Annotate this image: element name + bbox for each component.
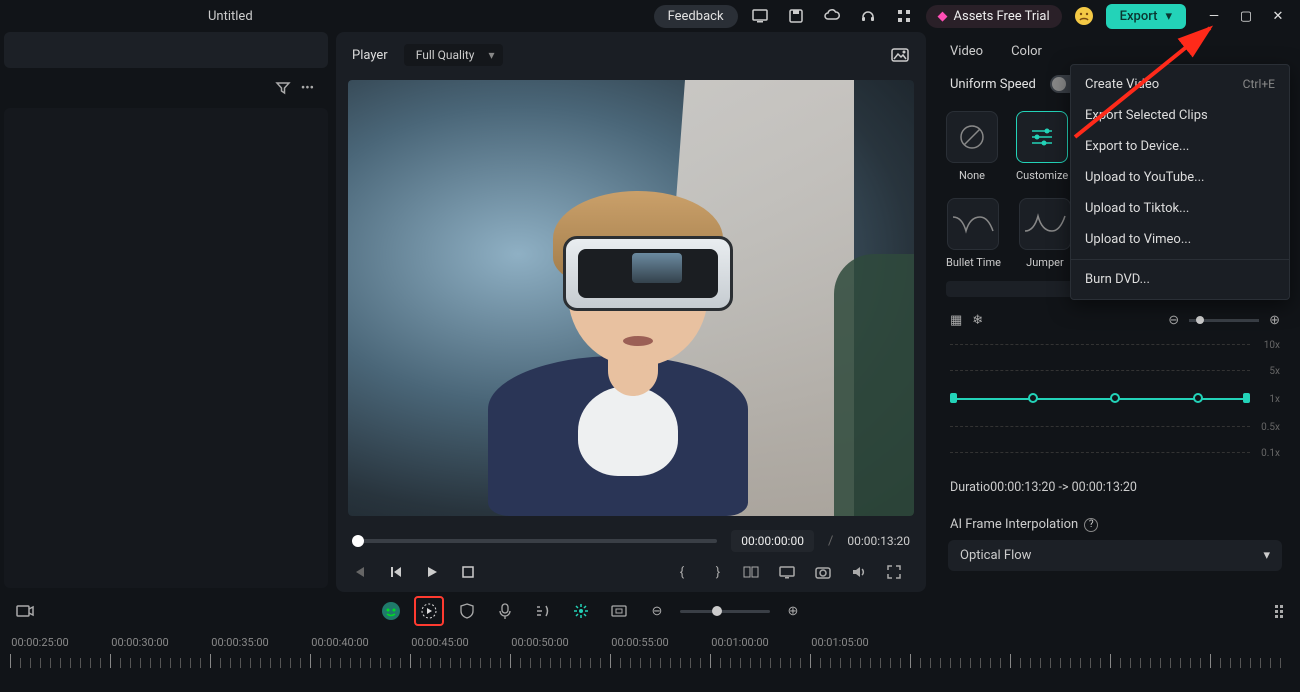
fullscreen-icon[interactable]	[886, 564, 910, 580]
speed-ramp[interactable]: 10x 5x 1x 0.5x 0.1x	[950, 342, 1280, 462]
tab-color[interactable]: Color	[1011, 44, 1042, 59]
topbar: Untitled Feedback ◆ Assets Free Trial Ex…	[0, 0, 1300, 32]
export-to-device[interactable]: Export to Device...	[1071, 131, 1289, 162]
mini-zoom-slider[interactable]	[1189, 319, 1259, 322]
profile-icon[interactable]	[1070, 2, 1098, 30]
interp-select[interactable]: Optical Flow ▾	[948, 540, 1282, 571]
player-seek-slider[interactable]	[352, 539, 717, 543]
project-title: Untitled	[208, 9, 253, 24]
device-icon[interactable]	[746, 2, 774, 30]
preset-customize[interactable]: Customize	[1016, 111, 1068, 182]
display-icon[interactable]	[778, 564, 802, 580]
export-create-video[interactable]: Create Video Ctrl+E	[1071, 69, 1289, 100]
preset-jumper[interactable]: Jumper	[1019, 198, 1071, 269]
volume-icon[interactable]	[850, 564, 874, 580]
chevron-down-icon: ▾	[1165, 9, 1172, 24]
apps-icon[interactable]	[890, 2, 918, 30]
export-button[interactable]: Export ▾	[1106, 4, 1186, 29]
audio-mix-icon[interactable]	[528, 596, 558, 626]
timeline-zoom-slider[interactable]	[680, 610, 770, 613]
grid-icon[interactable]: ▦	[950, 313, 962, 328]
player-panel: Player Full Quality 00:00:00:00 / 00:00:…	[336, 32, 926, 592]
properties-panel: Create Video Ctrl+E Export Selected Clip…	[930, 32, 1300, 592]
burn-dvd[interactable]: Burn DVD...	[1071, 264, 1289, 295]
video-preview[interactable]	[348, 80, 914, 516]
preset-none[interactable]: None	[946, 111, 998, 182]
window-maximize[interactable]: ▢	[1232, 2, 1260, 30]
freeze-icon[interactable]: ❄	[972, 313, 983, 328]
upload-tiktok[interactable]: Upload to Tiktok...	[1071, 193, 1289, 224]
main-area: ••• Player Full Quality 0	[0, 32, 1300, 592]
zoom-in-icon[interactable]: ⊕	[1269, 313, 1280, 328]
ai-assistant-icon[interactable]	[376, 596, 406, 626]
compare-icon[interactable]	[742, 564, 766, 580]
window-close[interactable]: ✕	[1264, 2, 1292, 30]
mic-icon[interactable]	[490, 596, 520, 626]
tab-video[interactable]: Video	[950, 44, 983, 59]
media-bin[interactable]	[4, 108, 328, 588]
media-tabs[interactable]	[4, 32, 328, 68]
save-icon[interactable]	[782, 2, 810, 30]
upload-youtube[interactable]: Upload to YouTube...	[1071, 162, 1289, 193]
snapshot-icon[interactable]	[890, 46, 910, 64]
zoom-out-icon[interactable]: ⊖	[1168, 313, 1179, 328]
feedback-button[interactable]: Feedback	[654, 5, 738, 28]
more-icon[interactable]: •••	[301, 81, 314, 96]
step-back-icon[interactable]	[388, 564, 412, 580]
timeline-ruler[interactable]: 00:00:25:00 00:00:30:00 00:00:35:00 00:0…	[0, 630, 1300, 670]
player-label: Player	[352, 48, 388, 63]
preset-bullet-time[interactable]: Bullet Time	[946, 198, 1001, 269]
shield-icon[interactable]	[452, 596, 482, 626]
timeline-options-icon[interactable]	[1272, 602, 1290, 620]
marker-icon[interactable]	[566, 596, 596, 626]
mark-in-icon[interactable]: {	[670, 565, 694, 580]
cloud-icon[interactable]	[818, 2, 846, 30]
headset-icon[interactable]	[854, 2, 882, 30]
playback-quality-select[interactable]: Full Quality	[404, 44, 503, 66]
prev-frame-icon[interactable]	[352, 564, 376, 580]
mark-out-icon[interactable]: }	[706, 565, 730, 580]
total-time: 00:00:13:20	[847, 534, 910, 548]
duration-info: Duratio00:00:13:20 -> 00:00:13:20	[936, 472, 1294, 503]
upload-vimeo[interactable]: Upload to Vimeo...	[1071, 224, 1289, 255]
info-icon[interactable]: ?	[1084, 518, 1098, 532]
zoom-out-timeline-icon[interactable]: ⊖	[642, 596, 672, 626]
chevron-down-icon: ▾	[1263, 548, 1270, 563]
window-minimize[interactable]: —	[1200, 2, 1228, 30]
uniform-speed-label: Uniform Speed	[950, 77, 1036, 92]
gem-icon: ◆	[938, 9, 948, 24]
stop-icon[interactable]	[460, 564, 484, 580]
zoom-in-timeline-icon[interactable]: ⊕	[778, 596, 808, 626]
filter-icon[interactable]	[275, 80, 291, 96]
media-panel: •••	[0, 32, 332, 592]
play-icon[interactable]	[424, 564, 448, 580]
interp-label: AI Frame Interpolation	[950, 517, 1078, 532]
camera-icon[interactable]	[814, 564, 838, 580]
current-time: 00:00:00:00	[731, 530, 814, 552]
render-preview-icon[interactable]	[414, 596, 444, 626]
crop-icon[interactable]	[604, 596, 634, 626]
timeline: ⊖ ⊕ 00:00:25:00 00:00:30:00 00:00:35:00 …	[0, 592, 1300, 692]
timeline-camera-icon[interactable]	[10, 596, 40, 626]
export-selected-clips[interactable]: Export Selected Clips	[1071, 100, 1289, 131]
assets-trial-button[interactable]: ◆ Assets Free Trial	[926, 5, 1062, 28]
export-menu: Create Video Ctrl+E Export Selected Clip…	[1070, 64, 1290, 300]
